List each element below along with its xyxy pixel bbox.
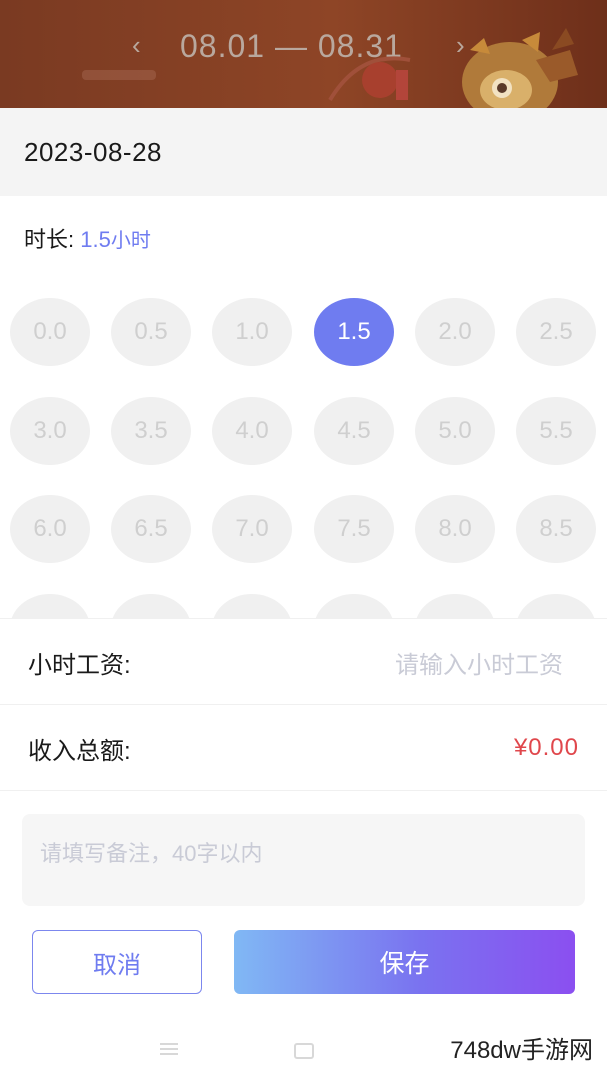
duration-value: 1.5 [80, 227, 111, 252]
hour-option-chip[interactable]: 5.5 [516, 397, 596, 465]
hour-option-chip[interactable]: 0.0 [10, 298, 90, 366]
cancel-button[interactable]: 取消 [32, 930, 202, 994]
hourly-wage-input[interactable]: 请输入小时工资 [395, 645, 563, 680]
hour-option-chip[interactable]: 6.0 [10, 495, 90, 563]
total-income-value: ¥0.00 [513, 734, 579, 761]
hour-option-chip[interactable]: 2.5 [516, 298, 596, 366]
total-income-row: 收入总额: ¥0.00 [0, 704, 607, 791]
total-income-label: 收入总额: [28, 737, 131, 765]
watermark: 748dw手游网 [448, 1030, 595, 1065]
hour-option-chip[interactable]: 2.0 [415, 298, 495, 366]
hourly-wage-label: 小时工资: [28, 651, 131, 679]
hour-option-chip[interactable]: 8.0 [415, 495, 495, 563]
hour-option-chip-partial[interactable] [111, 594, 191, 618]
header-decoration [82, 70, 156, 80]
hour-options-grid: 0.0 0.5 1.0 1.5 2.0 2.5 3.0 3.5 4.0 4.5 5.0 5.5 6.0 6… [0, 282, 607, 618]
hour-option-chip[interactable]: 4.5 [314, 397, 394, 465]
hour-option-chip-partial[interactable] [415, 594, 495, 618]
month-header: ‹ 08.01 — 08.31 › [0, 0, 607, 108]
hour-option-chip[interactable]: 1.5 [314, 298, 394, 366]
hour-option-chip[interactable]: 3.0 [10, 397, 90, 465]
hour-option-chip[interactable]: 6.5 [111, 495, 191, 563]
menu-icon[interactable] [160, 1043, 178, 1055]
duration-unit: 小时 [110, 230, 151, 252]
save-button[interactable]: 保存 [234, 930, 575, 994]
hour-option-chip[interactable]: 0.5 [111, 298, 191, 366]
hour-option-chip[interactable]: 3.5 [111, 397, 191, 465]
prev-month-icon[interactable]: ‹ [132, 30, 141, 61]
note-placeholder: 请填写备注，40字以内 [40, 841, 263, 866]
home-icon[interactable] [294, 1043, 314, 1059]
duration-label-row: 时长: 1.5小时 [24, 222, 151, 254]
hourly-wage-row[interactable]: 小时工资: 请输入小时工资 [0, 618, 607, 705]
hour-option-chip-partial[interactable] [10, 594, 90, 618]
tiger-mascot-icon [462, 28, 578, 108]
selected-date-row: 2023-08-28 [0, 108, 607, 196]
note-textarea[interactable]: 请填写备注，40字以内 [22, 814, 585, 906]
hour-option-chip-partial[interactable] [516, 594, 596, 618]
hour-option-chip[interactable]: 5.0 [415, 397, 495, 465]
hour-option-chip-partial[interactable] [314, 594, 394, 618]
selected-date: 2023-08-28 [24, 136, 162, 167]
hour-option-chip[interactable]: 4.0 [212, 397, 292, 465]
duration-label: 时长: [24, 227, 75, 252]
hour-option-chip[interactable]: 8.5 [516, 495, 596, 563]
hour-option-chip[interactable]: 1.0 [212, 298, 292, 366]
hour-option-chip[interactable]: 7.0 [212, 495, 292, 563]
hour-option-chip-partial[interactable] [212, 594, 292, 618]
hour-option-chip[interactable]: 7.5 [314, 495, 394, 563]
divider [0, 790, 607, 791]
lantern-decoration-icon [328, 56, 411, 102]
